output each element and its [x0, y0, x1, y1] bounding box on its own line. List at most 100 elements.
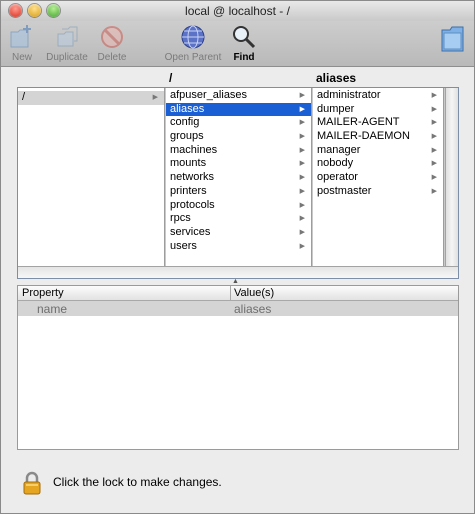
list-item-label: config	[170, 116, 200, 129]
list-item-label: dumper	[317, 102, 355, 115]
disclosure-arrow-icon: ▶	[431, 146, 437, 154]
find-button[interactable]: Find	[229, 24, 259, 63]
list-item-label: rpcs	[170, 212, 191, 225]
property-column-header[interactable]: Property	[22, 287, 64, 299]
disclosure-arrow-icon: ▶	[299, 133, 305, 141]
list-item-label: MAILER-DAEMON	[317, 130, 410, 143]
disclosure-arrow-icon: ▶	[431, 160, 437, 168]
list-item[interactable]: nobody ▶	[313, 157, 443, 171]
list-item[interactable]: operator ▶	[313, 171, 443, 185]
disclosure-arrow-icon: ▶	[431, 119, 437, 127]
list-item-label: nobody	[317, 157, 354, 170]
list-item[interactable]: postmaster ▶	[313, 185, 443, 199]
new-button[interactable]: New	[7, 24, 37, 63]
open-parent-button[interactable]: Open Parent	[161, 24, 225, 63]
vertical-scrollbar[interactable]	[445, 88, 458, 266]
open-parent-label: Open Parent	[164, 52, 222, 63]
disclosure-arrow-icon: ▶	[299, 92, 305, 99]
disclosure-arrow-icon: ▶	[299, 187, 305, 195]
list-item-label: administrator	[317, 89, 381, 101]
list-item[interactable]: afpuser_aliases ▶	[166, 89, 311, 103]
list-item[interactable]: MAILER-DAEMON ▶	[313, 130, 443, 144]
find-label: Find	[233, 52, 255, 63]
list-item-label: printers	[170, 184, 207, 197]
splitter-handle-icon[interactable]: ▲	[232, 278, 239, 285]
list-item[interactable]: protocols ▶	[166, 199, 311, 213]
list-item-label: services	[170, 225, 211, 238]
duplicate-button[interactable]: Duplicate	[44, 24, 90, 63]
disclosure-arrow-icon: ▶	[431, 105, 437, 113]
list-item[interactable]: aliases ▶	[166, 102, 311, 117]
disclosure-arrow-icon: ▶	[299, 160, 305, 168]
list-item-label: networks	[170, 171, 215, 184]
list-item[interactable]: rpcs ▶	[166, 212, 311, 226]
list-item-label: machines	[170, 143, 218, 156]
browser-column-2[interactable]: afpuser_aliases ▶ aliases ▶ config ▶ groups ▶ ma…	[166, 88, 312, 266]
browser-column-3[interactable]: administrator ▶ dumper ▶ MAILER-AGENT ▶ MAILER…	[313, 88, 444, 266]
disclosure-arrow-icon: ▶	[299, 228, 305, 236]
list-item[interactable]: / ▶	[18, 91, 164, 105]
disclosure-arrow-icon: ▶	[299, 105, 305, 113]
list-item-label: postmaster	[317, 184, 372, 197]
window-title: local @ localhost - /	[185, 4, 290, 18]
horizontal-scrollbar[interactable]	[18, 266, 458, 278]
disclosure-arrow-icon: ▶	[299, 215, 305, 223]
browser-column-1[interactable]: / ▶	[18, 88, 165, 266]
list-item-label: MAILER-AGENT	[317, 116, 400, 129]
list-item-label: afpuser_aliases	[170, 89, 248, 101]
folder-icon	[441, 26, 464, 52]
list-item[interactable]: printers ▶	[166, 185, 311, 199]
title-bar[interactable]: local @ localhost - /	[1, 1, 474, 21]
duplicate-icon	[57, 26, 78, 47]
list-item[interactable]: groups ▶	[166, 130, 311, 144]
list-item[interactable]: machines ▶	[166, 144, 311, 158]
magnifier-icon	[233, 26, 256, 49]
directory-browser: / ▶ afpuser_aliases ▶ aliases ▶ config ▶ groups…	[17, 87, 459, 279]
list-item-label: mounts	[170, 157, 207, 170]
globe-icon	[181, 25, 205, 49]
toolbar-toggle-button[interactable]	[439, 24, 467, 54]
duplicate-label: Duplicate	[46, 52, 88, 63]
list-item[interactable]: networks ▶	[166, 171, 311, 185]
lock-icon[interactable]	[23, 471, 41, 495]
new-label: New	[11, 52, 32, 63]
property-value-cell: aliases	[234, 302, 272, 316]
delete-icon	[101, 26, 123, 48]
list-item-label: users	[170, 239, 197, 252]
delete-label: Delete	[97, 52, 127, 63]
list-item[interactable]: config ▶	[166, 116, 311, 130]
list-item[interactable]: dumper ▶	[313, 103, 443, 117]
lock-message: Click the lock to make changes.	[53, 475, 222, 489]
disclosure-arrow-icon: ▶	[431, 187, 437, 195]
list-item[interactable]: mounts ▶	[166, 157, 311, 171]
disclosure-arrow-icon: ▶	[299, 174, 305, 182]
table-row[interactable]: name aliases	[18, 301, 458, 316]
list-item[interactable]: administrator ▶	[313, 89, 443, 103]
table-header: Property Value(s)	[18, 286, 458, 301]
col3-header: aliases	[316, 71, 357, 85]
list-item-label: aliases	[170, 102, 205, 115]
disclosure-arrow-icon: ▶	[431, 133, 437, 141]
column-divider[interactable]	[230, 286, 231, 301]
list-item-label: operator	[317, 171, 358, 184]
property-name-cell: name	[37, 302, 68, 316]
disclosure-arrow-icon: ▶	[431, 92, 437, 99]
toolbar: New Duplicate Delete Open Parent Find	[1, 21, 474, 67]
disclosure-arrow-icon: ▶	[299, 146, 305, 154]
list-item[interactable]: manager ▶	[313, 144, 443, 158]
values-column-header[interactable]: Value(s)	[234, 287, 274, 299]
list-item[interactable]: services ▶	[166, 226, 311, 240]
col2-header: /	[169, 71, 173, 85]
property-table: Property Value(s) name aliases	[17, 285, 459, 450]
disclosure-arrow-icon: ▶	[299, 242, 305, 250]
list-item[interactable]: users ▶	[166, 240, 311, 254]
disclosure-arrow-icon: ▶	[299, 119, 305, 127]
delete-button[interactable]: Delete	[95, 24, 129, 63]
list-item-label: manager	[317, 143, 361, 156]
disclosure-arrow-icon: ▶	[152, 94, 158, 101]
list-item-label: protocols	[170, 198, 215, 211]
list-item[interactable]: MAILER-AGENT ▶	[313, 116, 443, 130]
list-item-label: /	[22, 91, 26, 103]
disclosure-arrow-icon: ▶	[431, 174, 437, 182]
list-item-label: groups	[170, 130, 204, 143]
